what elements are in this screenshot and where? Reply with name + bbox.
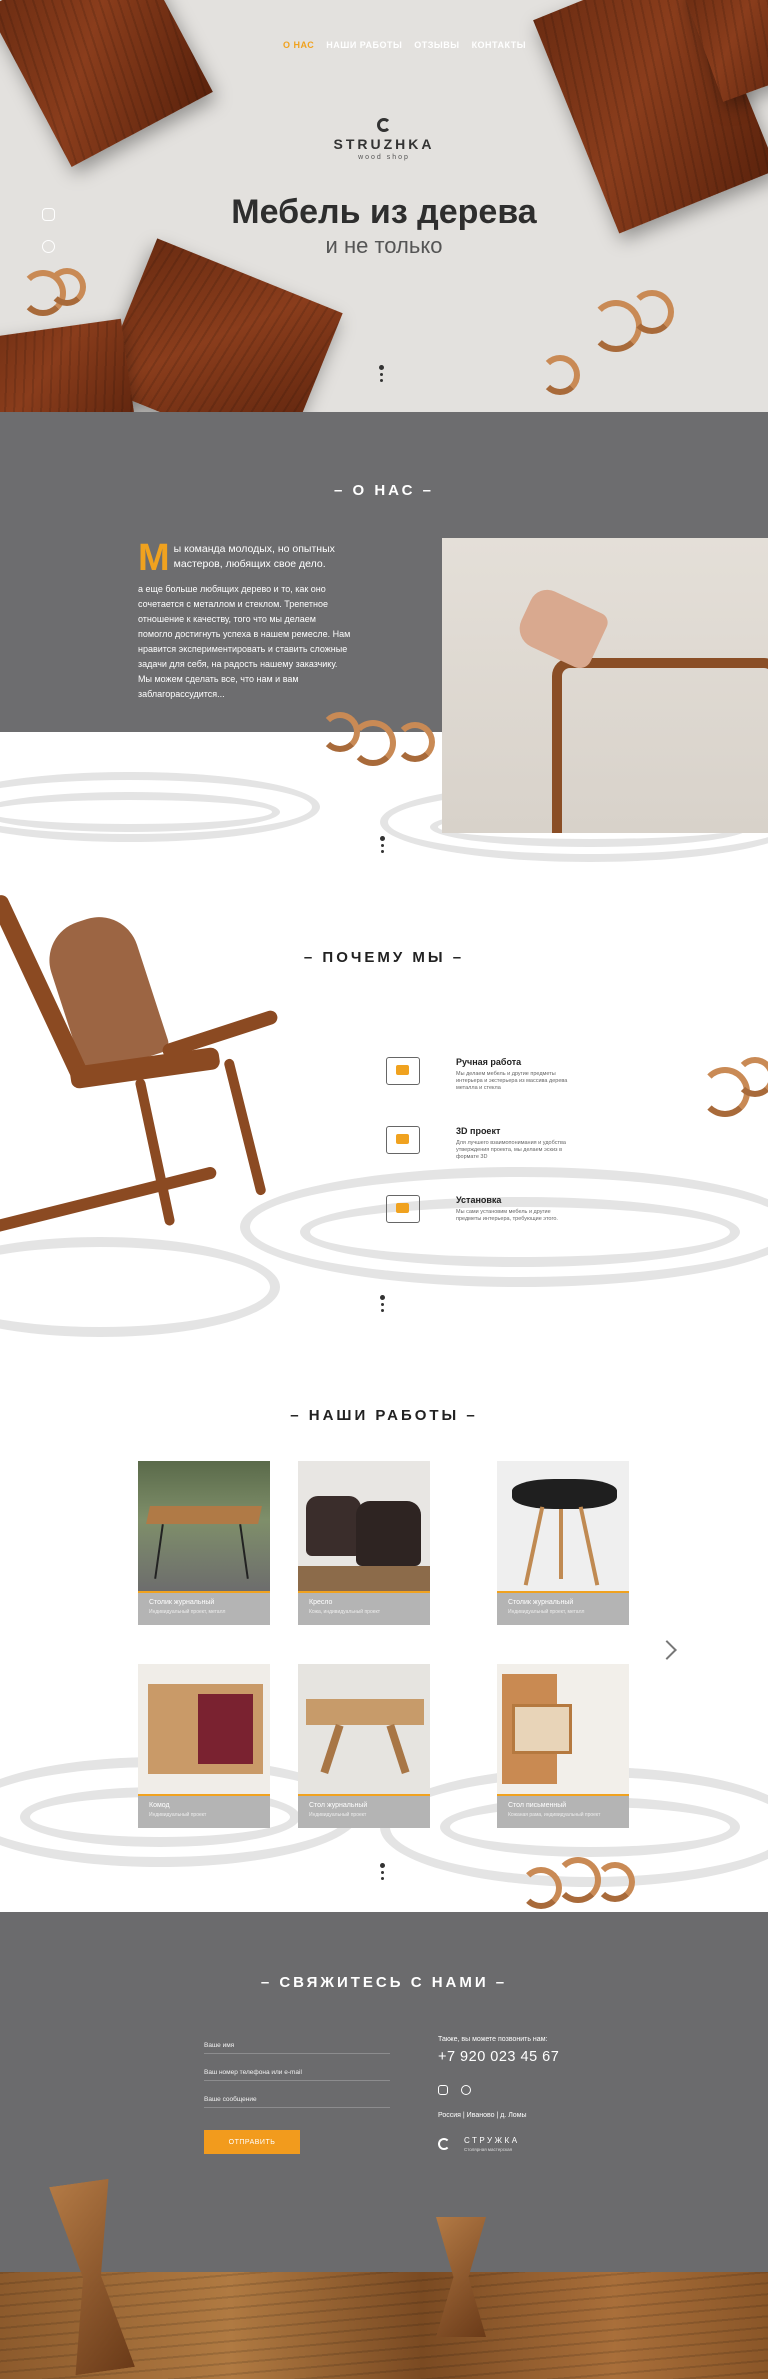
work-image bbox=[298, 1664, 430, 1794]
work-card[interactable]: Стол письменный Кожаная рама, индивидуал… bbox=[497, 1664, 629, 1828]
phone-number[interactable]: +7 920 023 45 67 bbox=[438, 2049, 559, 2065]
about-body: а еще больше любящих дерево и то, как он… bbox=[138, 584, 351, 699]
wood-shaving-decor bbox=[595, 1862, 635, 1902]
work-card[interactable]: Кресло Кожа, индивидуальный проект bbox=[298, 1461, 430, 1625]
message-input[interactable] bbox=[204, 2096, 390, 2103]
logo-name: STRUZHKA bbox=[333, 136, 435, 152]
work-image bbox=[497, 1461, 629, 1591]
main-nav: О НАС НАШИ РАБОТЫ ОТЗЫВЫ КОНТАКТЫ bbox=[283, 40, 526, 50]
logo-mark-icon bbox=[377, 118, 391, 132]
wood-shaving-decor bbox=[735, 1057, 768, 1097]
nav-link-about[interactable]: О НАС bbox=[283, 40, 314, 50]
why-us-title: – ПОЧЕМУ МЫ – bbox=[303, 949, 465, 966]
nav-link-works[interactable]: НАШИ РАБОТЫ bbox=[326, 40, 402, 50]
work-image bbox=[298, 1461, 430, 1591]
logo-mark-icon bbox=[438, 2138, 450, 2150]
why-us-section: – ПОЧЕМУ МЫ – Ручная работа Мы делаем ме… bbox=[0, 867, 768, 1357]
about-title: – О НАС – bbox=[334, 482, 434, 499]
wood-shaving-decor bbox=[48, 268, 86, 306]
about-photo bbox=[442, 538, 768, 833]
wood-shaving-decor bbox=[350, 720, 396, 766]
work-image bbox=[138, 1664, 270, 1794]
scroll-indicator[interactable] bbox=[379, 365, 384, 382]
contact-section: – СВЯЖИТЕСЬ С НАМИ – ОТПРАВИТЬ Также, вы… bbox=[0, 1912, 768, 2379]
work-image bbox=[497, 1664, 629, 1794]
hero-title: Мебель из дерева bbox=[231, 193, 537, 231]
instagram-link[interactable] bbox=[42, 208, 55, 221]
contact-title: – СВЯЖИТЕСЬ С НАМИ – bbox=[260, 1974, 508, 1991]
phone-email-input[interactable] bbox=[204, 2069, 390, 2076]
wood-plank-decor bbox=[97, 238, 343, 412]
work-card[interactable]: Комод Индивидуальный проект bbox=[138, 1664, 270, 1828]
flickr-link[interactable] bbox=[42, 240, 55, 253]
wood-shaving-decor bbox=[630, 290, 674, 334]
call-label: Также, вы можете позвонить нам: bbox=[438, 2036, 548, 2043]
work-card[interactable]: Столик журнальный Индивидуальный проект,… bbox=[138, 1461, 270, 1625]
scroll-indicator[interactable] bbox=[380, 836, 385, 853]
hand-craft-icon bbox=[386, 1057, 420, 1085]
site-logo[interactable]: STRUZHKA wood shop bbox=[0, 118, 768, 161]
hero-subtitle: и не только bbox=[325, 233, 443, 258]
chevron-right-icon[interactable] bbox=[657, 1640, 677, 1660]
wood-shaving-decor bbox=[395, 722, 435, 762]
wood-shaving-decor bbox=[540, 355, 580, 395]
name-input[interactable] bbox=[204, 2042, 390, 2049]
hero-section: О НАС НАШИ РАБОТЫ ОТЗЫВЫ КОНТАКТЫ STRUZH… bbox=[0, 0, 768, 412]
install-icon bbox=[386, 1195, 420, 1223]
flickr-icon bbox=[42, 240, 55, 253]
wood-plank-decor bbox=[0, 318, 138, 412]
work-card[interactable]: Стол журнальный Индивидуальный проект bbox=[298, 1664, 430, 1828]
instagram-icon[interactable] bbox=[438, 2085, 448, 2095]
about-section: – О НАС – Мы команда молодых, но опытных… bbox=[0, 412, 768, 867]
nav-link-reviews[interactable]: ОТЗЫВЫ bbox=[414, 40, 459, 50]
flickr-icon[interactable] bbox=[461, 2085, 471, 2095]
work-image bbox=[138, 1461, 270, 1591]
work-card[interactable]: Столик журнальный Индивидуальный проект,… bbox=[497, 1461, 629, 1625]
send-button[interactable]: ОТПРАВИТЬ bbox=[204, 2130, 300, 2154]
instagram-icon bbox=[42, 208, 55, 221]
nav-link-contacts[interactable]: КОНТАКТЫ bbox=[472, 40, 526, 50]
address: Россия | Иваново | д. Ломы bbox=[438, 2112, 527, 2119]
scroll-indicator[interactable] bbox=[380, 1295, 385, 1312]
works-section: – НАШИ РАБОТЫ – Столик журнальный Индиви… bbox=[0, 1357, 768, 1912]
about-text: Мы команда молодых, но опытных мастеров,… bbox=[138, 537, 352, 702]
works-title: – НАШИ РАБОТЫ – bbox=[290, 1407, 478, 1424]
logo-tagline: wood shop bbox=[358, 154, 410, 161]
3d-monitor-icon bbox=[386, 1126, 420, 1154]
dropcap: М bbox=[138, 537, 170, 579]
scroll-indicator[interactable] bbox=[380, 1863, 385, 1880]
